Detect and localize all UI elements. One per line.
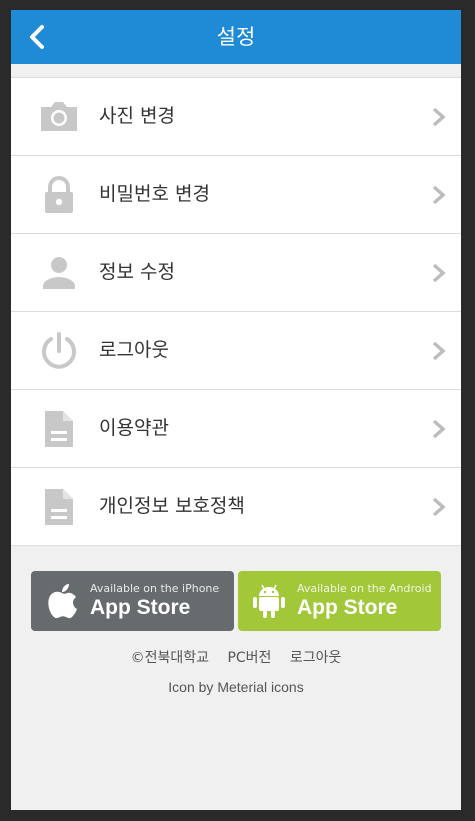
footer-link-pc-version[interactable]: PC버전 — [227, 650, 271, 666]
camera-icon — [41, 102, 77, 131]
store-title: App Store — [297, 596, 398, 619]
app-store-android-button[interactable]: Available on the Android App Store — [238, 571, 441, 631]
store-title: App Store — [90, 596, 191, 619]
person-icon — [43, 257, 75, 289]
power-icon — [42, 332, 76, 369]
menu-item-change-password[interactable]: 비밀번호 변경 — [11, 156, 461, 234]
lock-icon — [45, 176, 73, 213]
footer-link-logout[interactable]: 로그아웃 — [290, 650, 342, 666]
page-title: 설정 — [216, 25, 256, 49]
icon-credit: Icon by Meterial icons — [168, 679, 304, 695]
settings-screen: 설정 사진 변경 비밀번호 변경 정보 수정 로그아웃 이용약관 개인정보 보호… — [11, 10, 461, 810]
chevron-right-icon — [432, 107, 446, 127]
settings-menu: 사진 변경 비밀번호 변경 정보 수정 로그아웃 이용약관 개인정보 보호정책 — [11, 77, 461, 546]
menu-item-change-photo[interactable]: 사진 변경 — [11, 78, 461, 156]
menu-item-label: 사진 변경 — [99, 105, 175, 127]
footer-link-copyright[interactable]: ©전북대학교 — [131, 650, 209, 666]
chevron-right-icon — [432, 341, 446, 361]
menu-item-label: 로그아웃 — [99, 339, 169, 361]
menu-item-privacy-policy[interactable]: 개인정보 보호정책 — [11, 468, 461, 546]
chevron-right-icon — [432, 497, 446, 517]
footer-links: ©전북대학교 PC버전 로그아웃 — [11, 647, 461, 667]
menu-item-terms[interactable]: 이용약관 — [11, 390, 461, 468]
document-icon — [45, 411, 73, 447]
menu-item-label: 비밀번호 변경 — [99, 183, 210, 205]
menu-item-edit-info[interactable]: 정보 수정 — [11, 234, 461, 312]
chevron-right-icon — [432, 263, 446, 283]
menu-item-label: 이용약관 — [99, 417, 169, 439]
chevron-right-icon — [432, 419, 446, 439]
apple-icon — [48, 584, 77, 619]
store-caption: Available on the Android — [297, 582, 432, 595]
chevron-right-icon — [432, 185, 446, 205]
app-store-iphone-button[interactable]: Available on the iPhone App Store — [31, 571, 234, 631]
menu-item-label: 개인정보 보호정책 — [99, 495, 245, 517]
menu-item-logout[interactable]: 로그아웃 — [11, 312, 461, 390]
android-icon — [253, 584, 285, 618]
store-caption: Available on the iPhone — [90, 582, 220, 595]
app-bar: 설정 — [11, 10, 461, 64]
menu-item-label: 정보 수정 — [99, 261, 175, 283]
store-buttons: Available on the iPhone App Store Availa… — [11, 571, 461, 631]
document-icon — [45, 489, 73, 525]
